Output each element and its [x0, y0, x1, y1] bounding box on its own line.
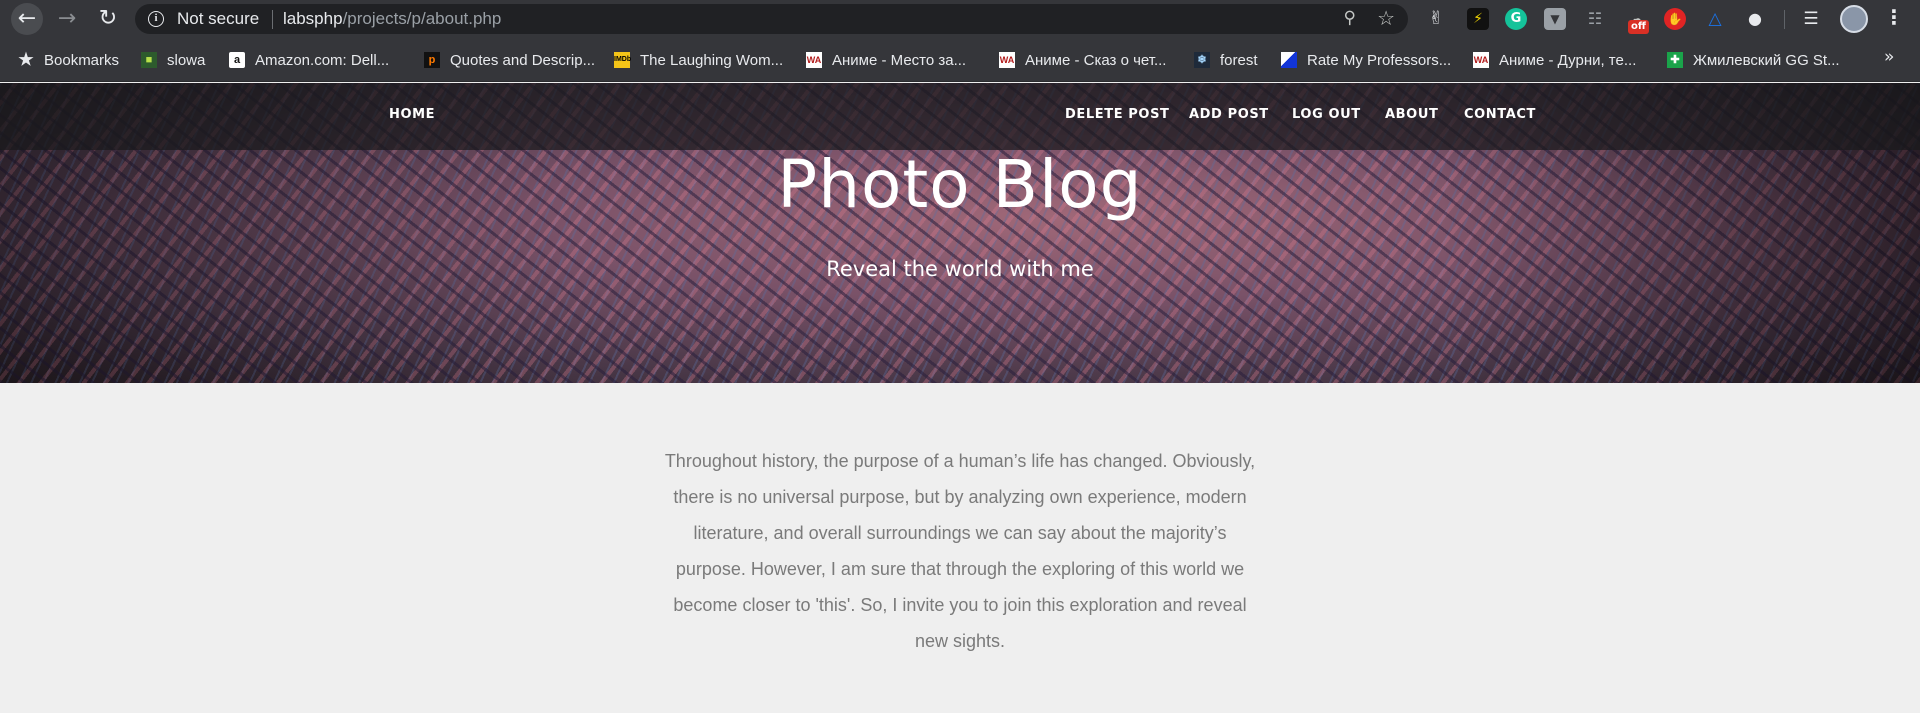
bookmark-item[interactable]: a Amazon.com: Dell... — [229, 48, 389, 72]
toolbar-divider — [1784, 10, 1785, 29]
site-navbar: HOME DELETE POST ADD POST LOG OUT ABOUT … — [0, 83, 1920, 150]
back-arrow-icon[interactable]: ← — [11, 3, 43, 35]
bookmark-item[interactable]: ■ slowa — [141, 48, 205, 72]
archive-extension-icon[interactable]: ▼ — [1544, 8, 1566, 30]
rmp-favicon — [1281, 52, 1297, 68]
bookmark-star-icon[interactable]: ☆ — [1377, 6, 1395, 30]
url-divider — [272, 10, 273, 29]
nav-log-out-link[interactable]: LOG OUT — [1292, 107, 1361, 122]
page-title: Photo Blog — [777, 146, 1143, 223]
page-subtitle: Reveal the world with me — [826, 257, 1094, 281]
wa-favicon: WA — [1473, 52, 1489, 68]
about-paragraph: Throughout history, the purpose of a hum… — [664, 451, 1256, 651]
profile-avatar[interactable] — [1840, 5, 1868, 33]
browser-toolbar: ← → ↻ i Not secure labsphp/projects/p/ab… — [0, 0, 1920, 38]
bolt-extension-icon[interactable]: ⚡ — [1467, 8, 1489, 30]
nav-about-link[interactable]: ABOUT — [1385, 107, 1438, 122]
bookmark-label: Amazon.com: Dell... — [255, 51, 390, 69]
zoom-icon[interactable]: ⚲ — [1344, 8, 1356, 28]
bookmark-label: Bookmarks — [44, 51, 120, 69]
bookmark-item[interactable]: WA Аниме - Сказ о чет... — [999, 48, 1166, 72]
bookmarks-overflow-icon[interactable]: » — [1884, 47, 1894, 67]
bookmark-item[interactable]: p Quotes and Descrip... — [424, 48, 595, 72]
bookmark-label: Аниме - Дурни, те... — [1499, 51, 1637, 69]
imdb-favicon: IMDb — [614, 52, 631, 68]
equalizer-extension-icon[interactable]: ☷ — [1584, 8, 1606, 30]
wa-favicon: WA — [999, 52, 1015, 68]
bookmark-label: Аниме - Сказ о чет... — [1025, 51, 1167, 69]
bookmarks-bar: ★ Bookmarks ■ slowa a Amazon.com: Dell... p… — [0, 38, 1920, 82]
bookmark-label: Quotes and Descrip... — [450, 51, 596, 69]
reload-icon[interactable]: ↻ — [92, 3, 124, 35]
grammarly-extension-icon[interactable]: G — [1505, 8, 1527, 30]
hero-banner: HOME DELETE POST ADD POST LOG OUT ABOUT … — [0, 83, 1920, 383]
bookmark-label: slowa — [167, 51, 206, 69]
nav-delete-post-link[interactable]: DELETE POST — [1065, 107, 1170, 122]
bookmark-item[interactable]: WA Аниме - Дурни, те... — [1473, 48, 1636, 72]
bookmark-item[interactable]: ✚ Жмилевский GG St... — [1667, 48, 1840, 72]
security-label[interactable]: Not secure — [177, 9, 259, 29]
nav-contact-link[interactable]: CONTACT — [1464, 107, 1536, 122]
extension-off-badge: off — [1628, 20, 1649, 34]
star-icon: ★ — [18, 50, 34, 69]
forward-arrow-icon[interactable]: → — [51, 3, 83, 35]
bookmark-item[interactable]: ❄ forest — [1194, 48, 1258, 72]
wa-favicon: WA — [806, 52, 822, 68]
url-host: labsphp — [283, 9, 343, 28]
nav-add-post-link[interactable]: ADD POST — [1189, 107, 1269, 122]
bookmark-item[interactable]: IMDb The Laughing Wom... — [614, 48, 783, 72]
browser-menu-icon[interactable]: ⋮ — [1884, 5, 1904, 29]
bookmark-label: The Laughing Wom... — [640, 51, 784, 69]
rock-hand-extension-icon[interactable]: ✌ — [1425, 8, 1447, 30]
forest-favicon: ❄ — [1194, 52, 1210, 68]
bookmark-label: Rate My Professors... — [1307, 51, 1452, 69]
triangle-extension-icon[interactable]: △ — [1704, 8, 1726, 30]
balls-extension-icon[interactable]: ● — [1744, 8, 1766, 30]
adblock-extension-icon[interactable]: ✋ — [1664, 8, 1686, 30]
media-queue-icon[interactable]: ☰ — [1800, 8, 1822, 30]
bookmark-label: forest — [1220, 51, 1258, 69]
green-cross-favicon: ✚ — [1667, 52, 1683, 68]
quotes-favicon: p — [424, 52, 440, 68]
bookmark-item[interactable]: ★ Bookmarks — [18, 48, 119, 72]
url-path: /projects/p/about.php — [342, 9, 502, 28]
address-bar[interactable]: i Not secure labsphp/projects/p/about.ph… — [135, 4, 1408, 34]
bookmark-item[interactable]: Rate My Professors... — [1281, 48, 1451, 72]
bookmark-label: Аниме - Место за... — [832, 51, 967, 69]
bookmark-label: Жмилевский GG St... — [1693, 51, 1840, 69]
slowa-favicon: ■ — [141, 52, 157, 68]
info-icon[interactable]: i — [148, 11, 164, 27]
amazon-favicon: a — [229, 52, 245, 68]
nav-home-link[interactable]: HOME — [389, 107, 435, 122]
url-text[interactable]: labsphp/projects/p/about.php — [283, 9, 501, 29]
bookmark-item[interactable]: WA Аниме - Место за... — [806, 48, 966, 72]
